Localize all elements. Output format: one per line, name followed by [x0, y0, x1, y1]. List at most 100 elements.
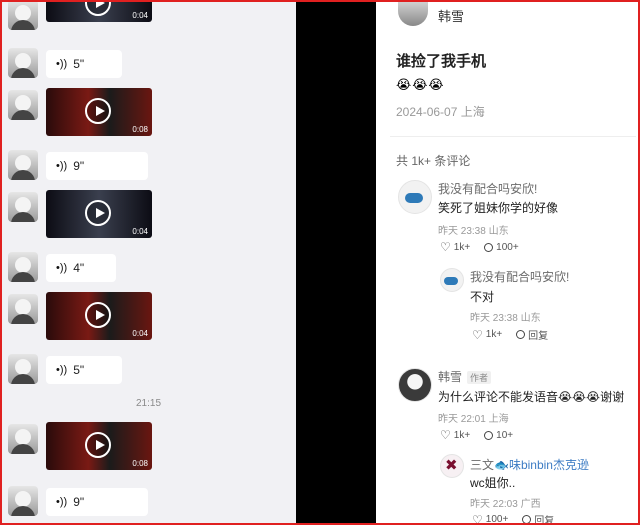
- heart-icon: ♡: [472, 327, 483, 342]
- avatar[interactable]: [8, 90, 38, 120]
- comment-actions: ♡ 100+ 回复: [472, 512, 554, 523]
- avatar[interactable]: [8, 424, 38, 454]
- voice-message[interactable]: •)) 4": [46, 254, 116, 282]
- author-tag: 作者: [467, 371, 492, 384]
- commenter-avatar[interactable]: [398, 368, 432, 402]
- video-message[interactable]: 0:08: [46, 422, 152, 470]
- voice-message[interactable]: •)) 9": [46, 152, 148, 180]
- play-icon[interactable]: [85, 200, 111, 226]
- commenter-name[interactable]: 韩雪 作者: [438, 368, 492, 385]
- like-button[interactable]: ♡ 1k+: [440, 240, 470, 254]
- commenter-name[interactable]: 我没有配合吗安欣!: [438, 180, 537, 197]
- video-message[interactable]: 0:04: [46, 2, 152, 22]
- comment-actions: ♡ 1k+ 100+: [440, 240, 519, 254]
- voice-message[interactable]: •)) 5": [46, 356, 122, 384]
- author-avatar[interactable]: [398, 2, 428, 26]
- video-duration: 0:08: [132, 459, 148, 468]
- reply-count: 100+: [496, 241, 519, 253]
- voice-duration: 9": [73, 495, 85, 509]
- video-message[interactable]: 0:04: [46, 190, 152, 238]
- reply-button[interactable]: 回复: [522, 512, 554, 523]
- commenter-name-extra: 🐟味binbin杰克逊: [494, 458, 589, 472]
- author-name[interactable]: 韩雪: [438, 6, 464, 25]
- video-duration: 0:08: [132, 125, 148, 134]
- voice-wave-icon: •)): [56, 262, 68, 274]
- avatar[interactable]: [8, 192, 38, 222]
- comment-meta: 昨天 23:38 山东: [470, 313, 541, 324]
- avatar[interactable]: [8, 354, 38, 384]
- heart-icon: ♡: [440, 240, 451, 254]
- play-icon[interactable]: [85, 98, 111, 124]
- comment-icon: [522, 515, 532, 523]
- avatar-graphic: [444, 277, 458, 285]
- cross-icon: ✖: [445, 457, 458, 474]
- black-divider: [296, 2, 376, 523]
- commenter-name-text: 韩雪: [438, 370, 463, 384]
- avatar[interactable]: [8, 2, 38, 30]
- avatar[interactable]: [8, 294, 38, 324]
- avatar-graphic: [405, 193, 423, 203]
- commenter-name-text: 三文: [470, 458, 495, 472]
- comment-text: 为什么评论不能发语音😭😭😭谢谢: [438, 390, 625, 404]
- comment-text: 不对: [470, 290, 495, 304]
- play-icon[interactable]: [85, 432, 111, 458]
- comment-meta: 昨天 22:03 广西: [470, 499, 541, 510]
- video-duration: 0:04: [132, 227, 148, 236]
- video-message[interactable]: 0:04: [46, 292, 152, 340]
- post-panel[interactable]: 韩雪 谁捡了我手机 😭😭😭 2024-06-07 上海 共 1k+ 条评论 我没…: [376, 2, 636, 523]
- play-icon[interactable]: [85, 302, 111, 328]
- voice-duration: 9": [73, 159, 85, 173]
- comment-icon: [484, 242, 494, 252]
- post-title: 谁捡了我手机: [396, 53, 487, 70]
- reply-button[interactable]: 回复: [516, 327, 548, 342]
- divider-line: [390, 136, 636, 137]
- voice-wave-icon: •)): [56, 160, 68, 172]
- commenter-name[interactable]: 我没有配合吗安欣!: [470, 268, 569, 285]
- reply-button[interactable]: 10+: [484, 430, 513, 441]
- voice-duration: 5": [73, 363, 85, 377]
- avatar[interactable]: [8, 48, 38, 78]
- comment-text: wc姐你..: [470, 476, 516, 490]
- like-button[interactable]: ♡ 1k+: [440, 428, 470, 442]
- comment-meta: 昨天 22:01 上海: [438, 414, 509, 425]
- commenter-avatar[interactable]: [398, 180, 432, 214]
- chat-panel[interactable]: 0:04 •)) 5" 0:08 •)) 9" 0:04 •)) 4" 0:04…: [2, 2, 296, 523]
- avatar[interactable]: [8, 150, 38, 180]
- avatar[interactable]: [8, 486, 38, 516]
- like-count: 1k+: [453, 241, 471, 253]
- like-count: 1k+: [453, 429, 471, 441]
- like-count: 100+: [485, 514, 509, 523]
- comment-actions: ♡ 1k+ 10+: [440, 428, 513, 442]
- commenter-avatar[interactable]: ✖: [440, 454, 464, 478]
- voice-duration: 4": [73, 261, 85, 275]
- chat-timestamp: 21:15: [136, 398, 162, 409]
- video-message[interactable]: 0:08: [46, 88, 152, 136]
- reply-button[interactable]: 100+: [484, 242, 519, 253]
- comment-icon: [516, 330, 526, 339]
- post-emoji: 😭😭😭: [396, 77, 445, 92]
- post-meta: 2024-06-07 上海: [396, 105, 485, 119]
- voice-wave-icon: •)): [56, 364, 68, 376]
- heart-icon: ♡: [472, 512, 483, 524]
- voice-wave-icon: •)): [56, 496, 68, 508]
- avatar[interactable]: [8, 252, 38, 282]
- reply-count: 10+: [496, 429, 514, 441]
- reply-label: 回复: [534, 516, 555, 523]
- commenter-avatar[interactable]: [440, 268, 464, 292]
- heart-icon: ♡: [440, 428, 451, 442]
- voice-message[interactable]: •)) 9": [46, 488, 148, 516]
- comment-count: 共 1k+ 条评论: [396, 154, 471, 168]
- comment-meta: 昨天 23:38 山东: [438, 226, 509, 237]
- voice-message[interactable]: •)) 5": [46, 50, 122, 78]
- voice-wave-icon: •)): [56, 58, 68, 70]
- play-icon[interactable]: [85, 2, 111, 16]
- video-duration: 0:04: [132, 329, 148, 338]
- voice-duration: 5": [73, 57, 85, 71]
- comment-icon: [484, 430, 494, 440]
- commenter-name[interactable]: 三文🐟味binbin杰克逊: [470, 456, 589, 473]
- like-button[interactable]: ♡ 1k+: [472, 328, 502, 342]
- like-count: 1k+: [485, 329, 503, 340]
- like-button[interactable]: ♡ 100+: [472, 513, 508, 524]
- reply-label: 回复: [528, 331, 549, 342]
- comment-actions: ♡ 1k+ 回复: [472, 327, 548, 343]
